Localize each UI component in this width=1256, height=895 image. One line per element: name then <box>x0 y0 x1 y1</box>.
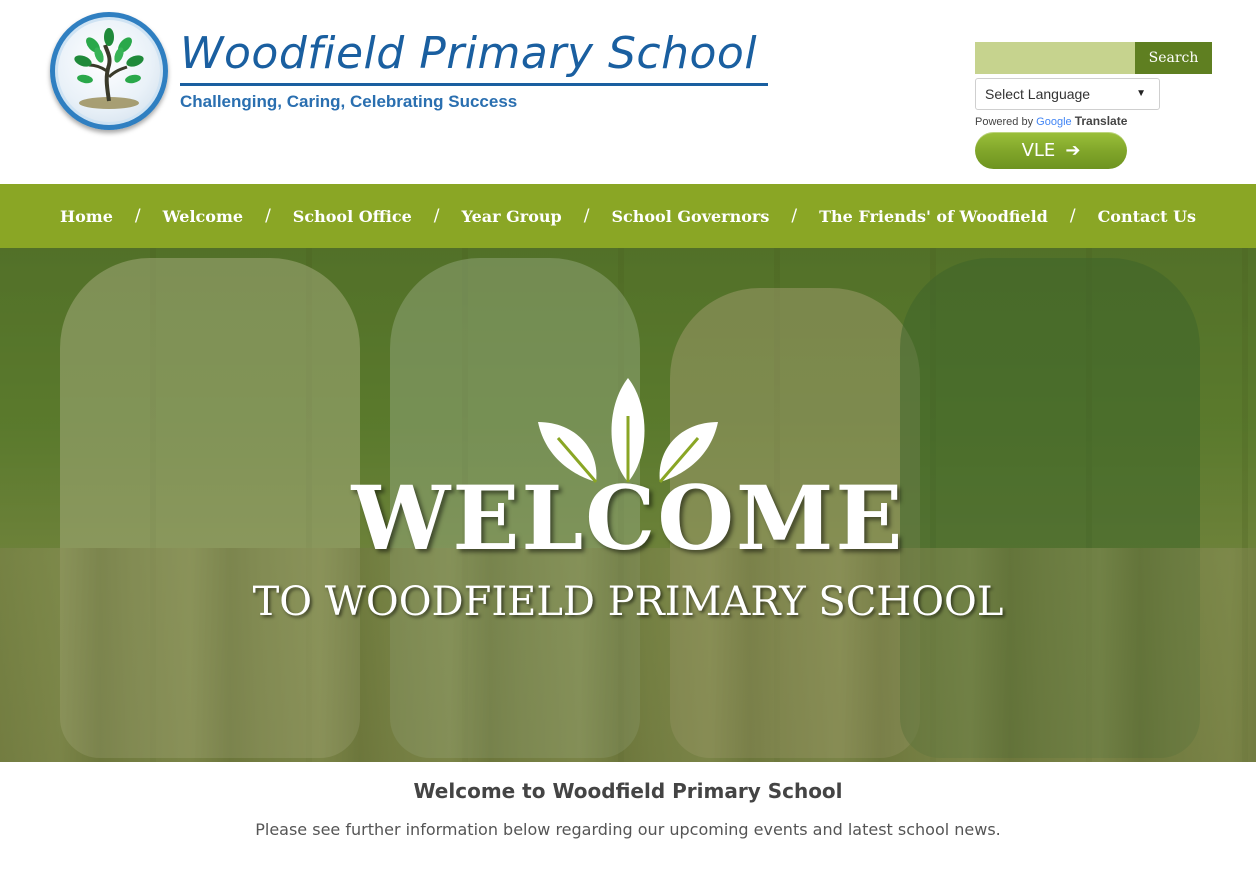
nav-item: / Year Group <box>412 206 562 226</box>
language-select[interactable]: Select Language ▼ <box>975 78 1160 110</box>
tree-logo-icon <box>74 28 144 109</box>
school-name-underline <box>180 83 768 86</box>
nav-item: / Contact Us <box>1048 206 1196 226</box>
school-name[interactable]: Woodfield Primary School <box>180 28 770 80</box>
nav-link-welcome[interactable]: Welcome <box>163 207 243 226</box>
site-header: Woodfield Primary School Challenging, Ca… <box>0 0 1256 184</box>
school-logo[interactable] <box>50 12 168 130</box>
nav-item: / Welcome <box>113 206 243 226</box>
welcome-text: Please see further information below reg… <box>255 820 1001 839</box>
school-motto: Challenging, Caring, Celebrating Success <box>180 92 518 111</box>
language-select-label: Select Language <box>985 86 1091 102</box>
nav-link-friends-of-woodfield[interactable]: The Friends' of Woodfield <box>819 207 1048 226</box>
dropdown-caret-icon: ▼ <box>1136 88 1146 99</box>
google-logo: Google <box>1036 116 1072 128</box>
powered-by-google-translate: Powered by Google Translate <box>975 114 1127 128</box>
main-nav: Home / Welcome / School Office / Year Group… <box>0 184 1256 248</box>
nav-link-year-group[interactable]: Year Group <box>462 207 562 226</box>
nav-link-contact-us[interactable]: Contact Us <box>1098 207 1196 226</box>
vle-label: VLE <box>1021 140 1056 161</box>
powered-by-label: Powered by <box>975 116 1034 128</box>
nav-link-school-governors[interactable]: School Governors <box>611 207 769 226</box>
nav-separator: / <box>265 206 271 226</box>
nav-link-home[interactable]: Home <box>60 207 113 226</box>
nav-link-school-office[interactable]: School Office <box>293 207 412 226</box>
nav-separator: / <box>1069 206 1076 226</box>
nav-separator: / <box>134 206 141 226</box>
translate-link[interactable]: Translate <box>1075 114 1128 128</box>
search-input[interactable] <box>975 42 1135 74</box>
search-button[interactable]: Search <box>1135 42 1212 74</box>
arrow-right-icon: ➔ <box>1065 140 1081 161</box>
hero-banner: WELCOME TO WOODFIELD PRIMARY SCHOOL <box>0 248 1256 762</box>
nav-separator: / <box>583 206 590 226</box>
hero-title: WELCOME <box>351 466 905 570</box>
nav-item: Home <box>60 207 113 226</box>
vle-button[interactable]: VLE ➔ <box>975 132 1127 169</box>
nav-item: / The Friends' of Woodfield <box>769 206 1047 226</box>
hero-subtitle: TO WOODFIELD PRIMARY SCHOOL <box>252 579 1004 625</box>
nav-item: / School Office <box>243 206 412 226</box>
welcome-heading: Welcome to Woodfield Primary School <box>413 779 843 803</box>
nav-item: / School Governors <box>562 206 770 226</box>
nav-list: Home / Welcome / School Office / Year Group… <box>0 184 1256 248</box>
nav-separator: / <box>791 206 798 226</box>
nav-separator: / <box>433 206 440 226</box>
